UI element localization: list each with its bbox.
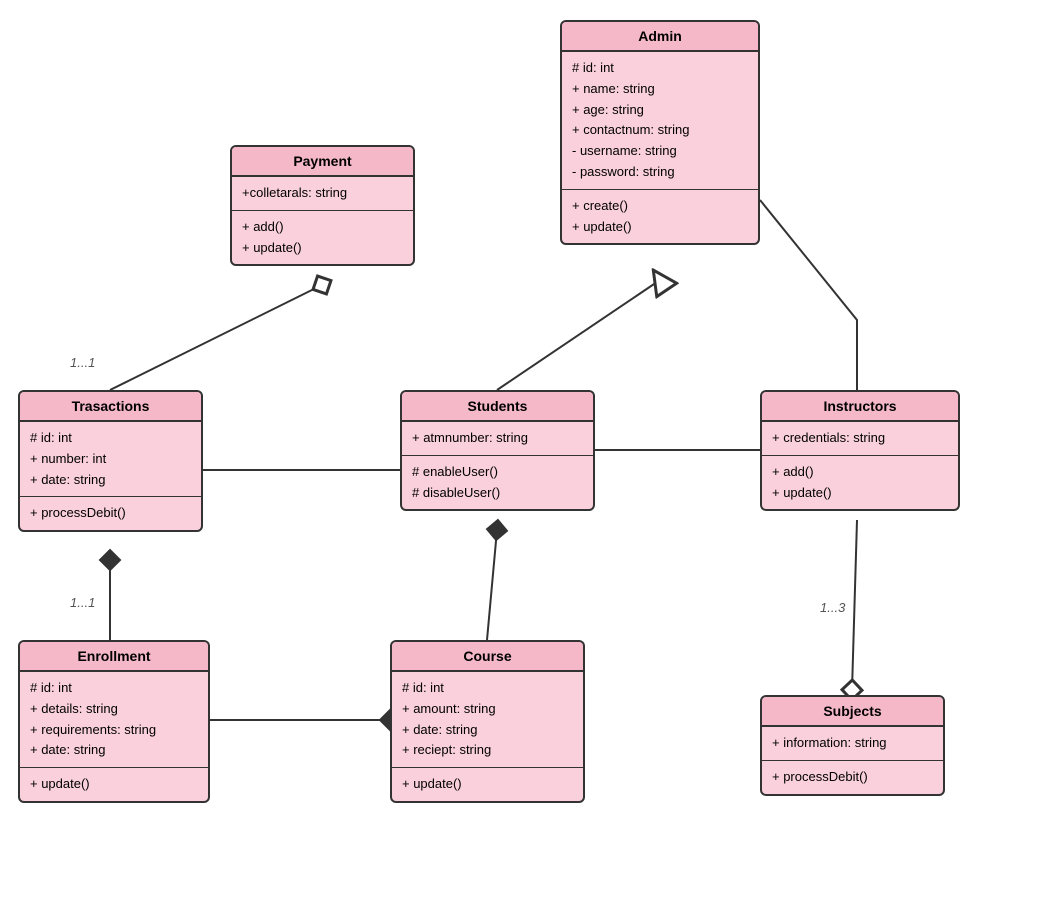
class-course: Course # id: int + amount: string + date…: [390, 640, 585, 803]
class-instructors-methods: + add() + update(): [762, 456, 958, 510]
class-admin-title: Admin: [562, 22, 758, 52]
label-transactions-enrollment: 1...1: [70, 595, 95, 610]
class-subjects: Subjects + information: string + process…: [760, 695, 945, 796]
class-transactions-attributes: # id: int + number: int + date: string: [20, 422, 201, 497]
class-course-title: Course: [392, 642, 583, 672]
class-subjects-methods: + processDebit(): [762, 761, 943, 794]
class-course-methods: + update(): [392, 768, 583, 801]
class-transactions: Trasactions # id: int + number: int + da…: [18, 390, 203, 532]
class-transactions-methods: + processDebit(): [20, 497, 201, 530]
class-payment-methods: + add() + update(): [232, 211, 413, 265]
class-enrollment-attributes: # id: int + details: string + requiremen…: [20, 672, 208, 768]
class-admin-attributes: # id: int + name: string + age: string +…: [562, 52, 758, 190]
label-instructors-subjects: 1...3: [820, 600, 845, 615]
class-subjects-title: Subjects: [762, 697, 943, 727]
class-admin: Admin # id: int + name: string + age: st…: [560, 20, 760, 245]
class-students-attributes: + atmnumber: string: [402, 422, 593, 456]
class-transactions-title: Trasactions: [20, 392, 201, 422]
class-payment-attributes: +colletarals: string: [232, 177, 413, 211]
class-enrollment-methods: + update(): [20, 768, 208, 801]
class-payment: Payment +colletarals: string + add() + u…: [230, 145, 415, 266]
class-students-title: Students: [402, 392, 593, 422]
class-students: Students + atmnumber: string # enableUse…: [400, 390, 595, 511]
class-enrollment: Enrollment # id: int + details: string +…: [18, 640, 210, 803]
class-subjects-attributes: + information: string: [762, 727, 943, 761]
class-enrollment-title: Enrollment: [20, 642, 208, 672]
class-instructors-attributes: + credentials: string: [762, 422, 958, 456]
class-payment-title: Payment: [232, 147, 413, 177]
class-admin-methods: + create() + update(): [562, 190, 758, 244]
class-instructors-title: Instructors: [762, 392, 958, 422]
uml-diagram: 1...1 1...1 1...3 Admin # id: int + name…: [0, 0, 1041, 900]
class-course-attributes: # id: int + amount: string + date: strin…: [392, 672, 583, 768]
label-payment-transactions: 1...1: [70, 355, 95, 370]
class-students-methods: # enableUser() # disableUser(): [402, 456, 593, 510]
class-instructors: Instructors + credentials: string + add(…: [760, 390, 960, 511]
